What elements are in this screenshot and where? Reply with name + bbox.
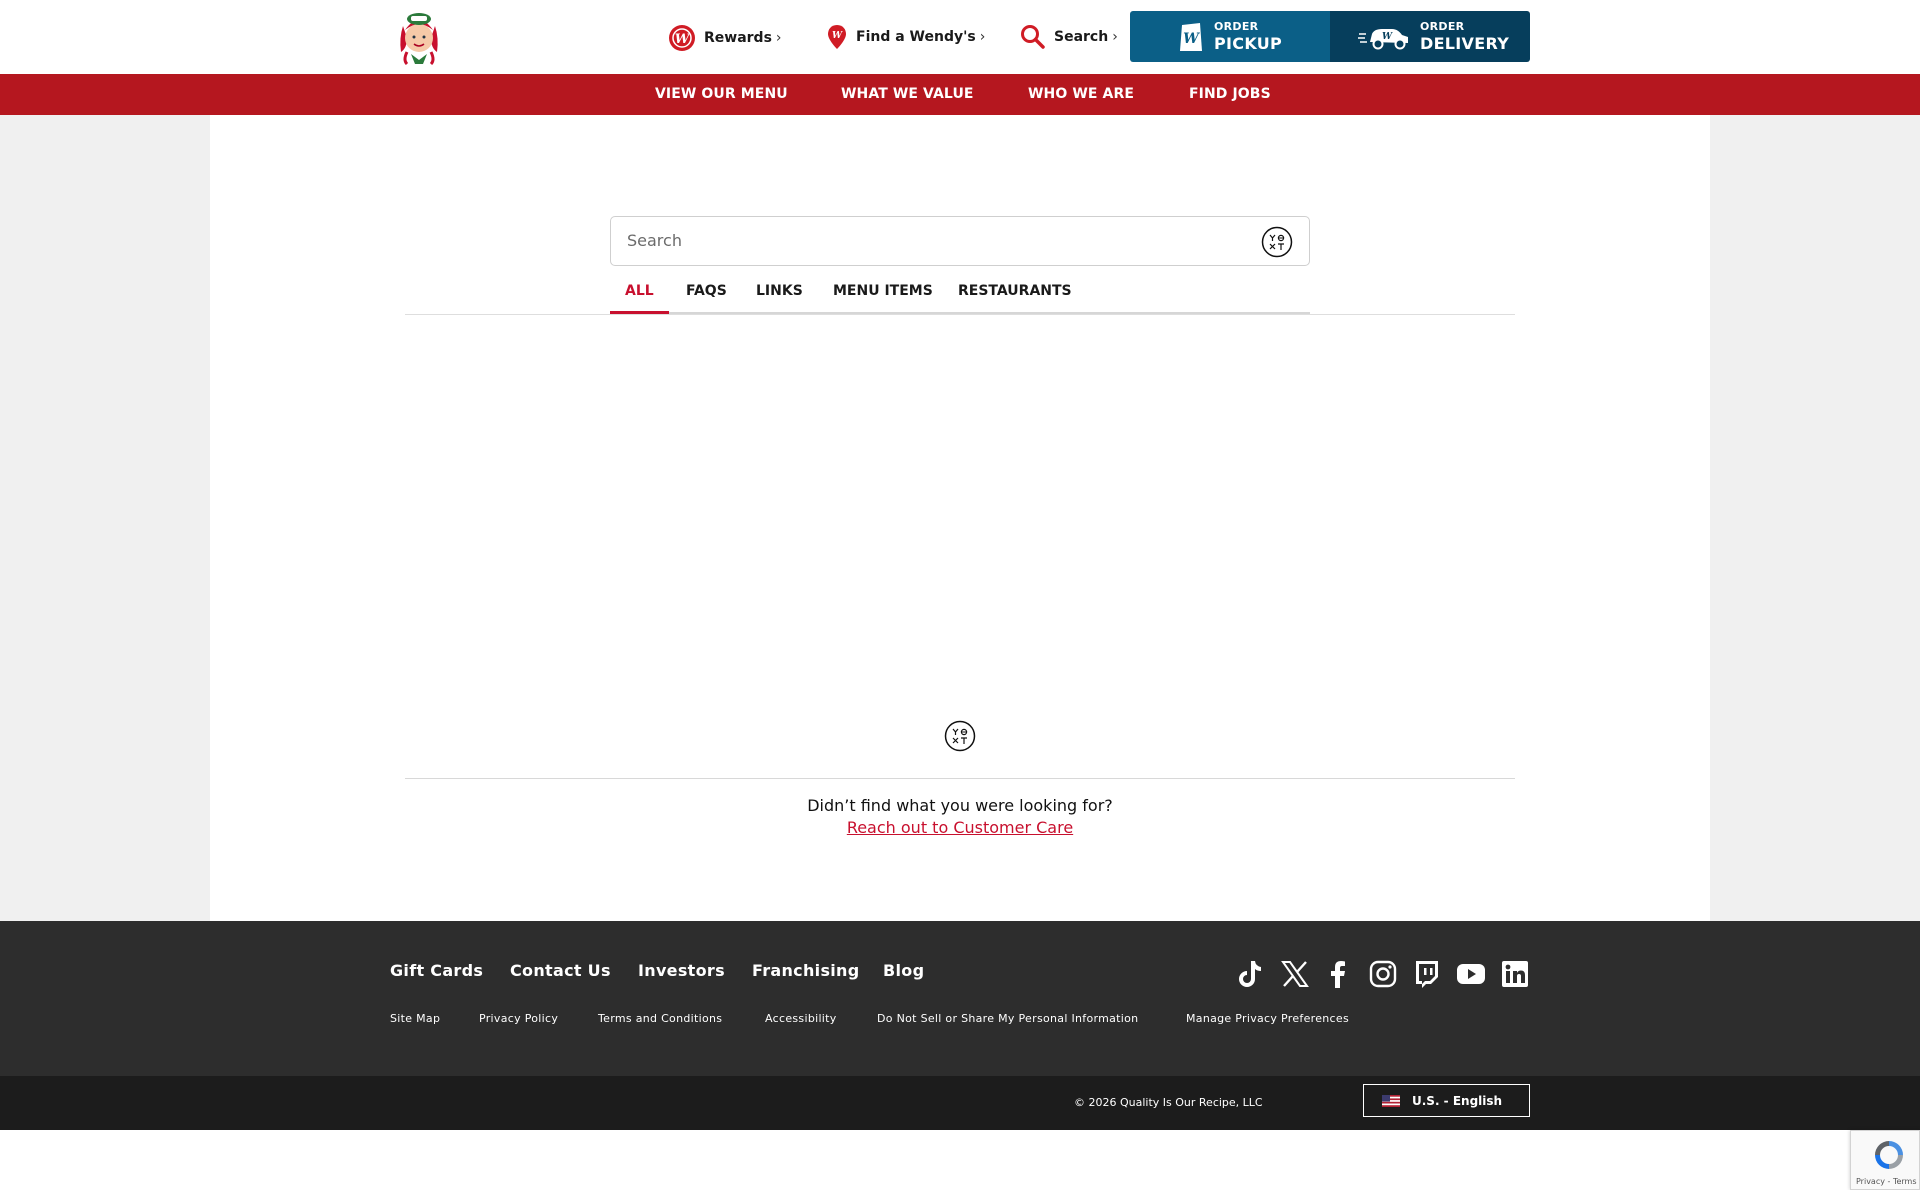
- footer-privacy-policy[interactable]: Privacy Policy: [479, 1012, 558, 1025]
- delivery-big-label: DELIVERY: [1420, 34, 1510, 53]
- search-bar: [610, 216, 1310, 266]
- pickup-small-label: ORDER: [1214, 20, 1259, 33]
- tab-links[interactable]: LINKS: [756, 283, 803, 314]
- nav-find-jobs[interactable]: FIND JOBS: [1189, 86, 1271, 102]
- tab-faqs[interactable]: FAQS: [686, 283, 727, 314]
- search-tabs: ALL FAQS LINKS MENU ITEMS RESTAURANTS: [610, 280, 1310, 314]
- footer: Gift Cards Contact Us Investors Franchis…: [0, 921, 1920, 1076]
- footer-bottom-bar: © 2026 Quality Is Our Recipe, LLC U.S. -…: [0, 1076, 1920, 1130]
- search-label: Search: [1054, 29, 1109, 45]
- rewards-label: Rewards: [704, 30, 772, 46]
- customer-care-row: Reach out to Customer Care: [0, 818, 1920, 837]
- x-icon[interactable]: [1280, 959, 1310, 989]
- chevron-right-icon: ›: [979, 29, 986, 45]
- main-nav: VIEW OUR MENU WHAT WE VALUE WHO WE ARE F…: [0, 74, 1920, 115]
- find-wendys-link[interactable]: W Find a Wendy's ›: [826, 24, 985, 50]
- nav-view-our-menu[interactable]: VIEW OUR MENU: [655, 86, 788, 102]
- recaptcha-links: Privacy - Terms: [1856, 1177, 1917, 1186]
- footer-terms[interactable]: Terms and Conditions: [598, 1012, 722, 1025]
- copyright-text: © 2026 Quality Is Our Recipe, LLC: [1074, 1096, 1263, 1109]
- tab-all[interactable]: ALL: [610, 283, 669, 314]
- footer-site-map[interactable]: Site Map: [390, 1012, 440, 1025]
- nav-who-we-are[interactable]: WHO WE ARE: [1028, 86, 1134, 102]
- delivery-car-icon: W: [1358, 24, 1410, 50]
- footer-investors[interactable]: Investors: [638, 961, 725, 980]
- delivery-small-label: ORDER: [1420, 20, 1465, 33]
- svg-text:W: W: [675, 32, 691, 47]
- recaptcha-icon: [1871, 1137, 1907, 1177]
- tab-restaurants[interactable]: RESTAURANTS: [958, 283, 1072, 314]
- rewards-link[interactable]: W Rewards ›: [668, 24, 782, 52]
- pickup-big-label: PICKUP: [1214, 34, 1283, 53]
- svg-text:W: W: [1382, 32, 1393, 42]
- footer-do-not-sell[interactable]: Do Not Sell or Share My Personal Informa…: [877, 1012, 1138, 1025]
- tabs-divider: [405, 314, 1515, 315]
- twitch-icon[interactable]: [1411, 959, 1441, 989]
- order-pickup-button[interactable]: W ORDER PICKUP: [1130, 11, 1330, 62]
- no-results-prompt: Didn’t find what you were looking for?: [807, 796, 1113, 815]
- wendys-logo[interactable]: [393, 8, 445, 66]
- location-pin-icon: W: [826, 24, 848, 50]
- chevron-right-icon: ›: [1112, 29, 1118, 45]
- svg-text:W: W: [1183, 31, 1200, 47]
- footer-manage-privacy[interactable]: Manage Privacy Preferences: [1186, 1012, 1349, 1025]
- facebook-icon[interactable]: [1323, 959, 1353, 989]
- find-wendys-label: Find a Wendy's: [856, 29, 976, 45]
- us-flag-icon: [1382, 1094, 1400, 1107]
- top-header: W Rewards › W Find a Wendy's › Search › …: [0, 0, 1920, 74]
- tiktok-icon[interactable]: [1235, 959, 1265, 989]
- rewards-icon: W: [668, 24, 696, 52]
- yext-logo-icon: [944, 720, 976, 752]
- svg-text:W: W: [832, 31, 843, 41]
- chevron-right-icon: ›: [775, 30, 782, 46]
- footer-contact-us[interactable]: Contact Us: [510, 961, 611, 980]
- linkedin-icon[interactable]: [1500, 959, 1530, 989]
- tab-menu-items[interactable]: MENU ITEMS: [833, 283, 933, 314]
- nav-what-we-value[interactable]: WHAT WE VALUE: [841, 86, 974, 102]
- footer-gift-cards[interactable]: Gift Cards: [390, 961, 483, 980]
- yext-search-button[interactable]: [1261, 226, 1293, 258]
- recaptcha-badge[interactable]: Privacy - Terms: [1850, 1130, 1920, 1190]
- results-divider: [405, 778, 1515, 779]
- footer-blog[interactable]: Blog: [883, 961, 924, 980]
- customer-care-link[interactable]: Reach out to Customer Care: [847, 818, 1073, 837]
- footer-accessibility[interactable]: Accessibility: [765, 1012, 837, 1025]
- pickup-bag-icon: W: [1178, 21, 1204, 53]
- youtube-icon[interactable]: [1456, 959, 1486, 989]
- search-icon: [1020, 24, 1046, 50]
- language-label: U.S. - English: [1412, 1093, 1503, 1108]
- header-search-link[interactable]: Search ›: [1020, 24, 1118, 50]
- search-input[interactable]: [627, 231, 1227, 250]
- language-selector[interactable]: U.S. - English: [1363, 1084, 1530, 1117]
- footer-franchising[interactable]: Franchising: [752, 961, 860, 980]
- order-delivery-button[interactable]: W ORDER DELIVERY: [1330, 11, 1530, 62]
- instagram-icon[interactable]: [1368, 959, 1398, 989]
